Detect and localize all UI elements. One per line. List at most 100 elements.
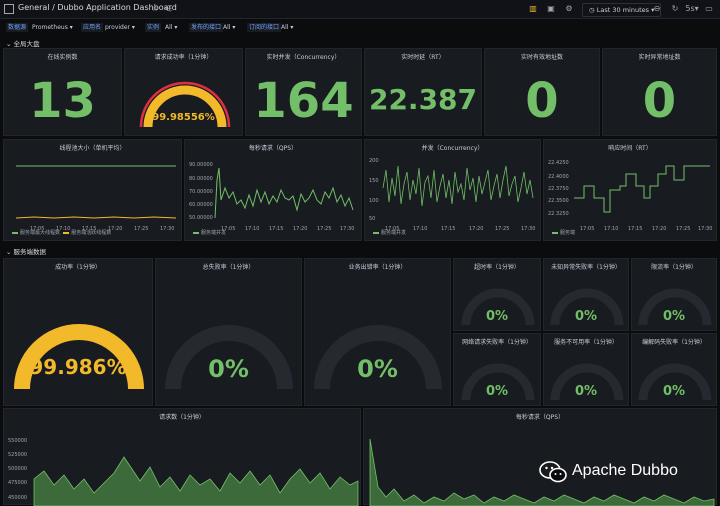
gauge-graphic bbox=[139, 81, 231, 128]
legend-item[interactable]: 服务端最大线程数 bbox=[20, 230, 60, 236]
wechat-watermark: Apache Dubbo bbox=[538, 460, 708, 484]
x-tick: 17:25 bbox=[676, 226, 690, 232]
refresh-interval-dropdown[interactable]: 5s▾ bbox=[684, 4, 700, 14]
panel-online-instances[interactable]: 在线实例数 13 bbox=[3, 48, 122, 136]
y-tick: 22.3750 bbox=[548, 186, 569, 192]
x-tick: 17:10 bbox=[413, 226, 427, 232]
panel-timeout-rate[interactable]: 超时率（1分钟） 0% bbox=[453, 258, 541, 331]
panel-request-count[interactable]: 请求数（1分钟） 550000 525000 500000 475000 450… bbox=[3, 408, 361, 506]
gauge-value: 0% bbox=[574, 309, 598, 324]
refresh-icon[interactable]: ↻ bbox=[670, 4, 680, 14]
y-tick: 70.00000 bbox=[189, 189, 213, 195]
top-bar: General / Dubbo Application Dashboard ☆ … bbox=[0, 0, 720, 19]
qps-bottom-plot bbox=[369, 438, 715, 506]
panel-unknown-error-rate[interactable]: 未知异常失败率（1分钟） 0% bbox=[543, 258, 629, 331]
x-tick: 17:20 bbox=[652, 226, 666, 232]
panel-network-failure-rate[interactable]: 网络请求失败率（1分钟） 0% bbox=[453, 333, 541, 406]
legend-item[interactable]: 服务端活跃线程数 bbox=[71, 230, 111, 236]
dashboard-grid-icon[interactable] bbox=[4, 4, 14, 14]
panel-rate-limit[interactable]: 限流率（1分钟） 0% bbox=[631, 258, 717, 331]
series-active-threads bbox=[15, 216, 177, 219]
y-tick: 22.4000 bbox=[548, 174, 569, 180]
x-tick: 17:30 bbox=[340, 226, 354, 232]
x-tick: 17:10 bbox=[604, 226, 618, 232]
y-tick: 200 bbox=[369, 158, 379, 164]
panel-valid-addresses[interactable]: 实时有效地址数 0 bbox=[484, 48, 600, 136]
panel-server-success-rate[interactable]: 成功率（1分钟） 99.986% bbox=[3, 258, 153, 406]
panel-codec-failure-rate[interactable]: 编解码失败率（1分钟） 0% bbox=[631, 333, 717, 406]
variables-bar: 数据源 Prometheus ▾ 应用名 provider ▾ 实例 All ▾… bbox=[0, 19, 720, 35]
series-rt bbox=[574, 165, 710, 213]
breadcrumb-root[interactable]: General bbox=[18, 3, 50, 12]
concurrency-plot: 200 150 100 50 17:05 17:10 17:15 17:20 1… bbox=[369, 158, 535, 232]
var-label-instance: 实例 bbox=[145, 23, 162, 32]
var-select-subscribed[interactable]: All ▾ bbox=[281, 23, 293, 32]
row-server-data[interactable]: ⌄ 服务端数据 bbox=[6, 246, 46, 256]
x-tick: 17:20 bbox=[293, 226, 307, 232]
x-tick: 17:30 bbox=[521, 226, 535, 232]
panel-response-time[interactable]: 响应时间（RT） 22.4250 22.4000 22.3750 22.3500… bbox=[543, 139, 717, 241]
y-tick: 80.00000 bbox=[189, 176, 213, 182]
panel-qps-bottom[interactable]: 每秒请求（QPS） bbox=[363, 408, 717, 506]
gauge-value: 99.98556% bbox=[152, 112, 215, 123]
panel-service-unavailable-rate[interactable]: 服务不可用率（1分钟） 0% bbox=[543, 333, 629, 406]
y-tick: 550000 bbox=[8, 438, 27, 444]
x-tick: 17:30 bbox=[160, 226, 174, 232]
var-select-published[interactable]: All ▾ bbox=[223, 23, 235, 32]
gauge-value: 99.986% bbox=[29, 355, 127, 379]
y-tick: 90.00000 bbox=[189, 162, 213, 168]
panel-concurrency-stat[interactable]: 实时并发（Concurrency） 164 bbox=[245, 48, 362, 136]
y-tick: 50.00000 bbox=[189, 215, 213, 221]
var-select-app[interactable]: provider ▾ bbox=[105, 23, 135, 32]
share-icon[interactable]: ⋲ bbox=[163, 4, 173, 14]
var-select-instance[interactable]: All ▾ bbox=[165, 23, 177, 32]
y-tick: 150 bbox=[369, 178, 379, 184]
legend-swatch bbox=[12, 231, 18, 234]
gauge-value: 0% bbox=[357, 355, 398, 383]
panel-success-rate-gauge[interactable]: 请求成功率（1分钟） 99.98556% bbox=[124, 48, 243, 136]
x-tick: 17:30 bbox=[698, 226, 712, 232]
y-tick: 450000 bbox=[8, 495, 27, 501]
panel-invalid-addresses[interactable]: 实时异常地址数 0 bbox=[602, 48, 717, 136]
panel-title: 实时异常地址数 bbox=[638, 54, 681, 61]
panel-qps[interactable]: 每秒请求（QPS） 90.00000 80.00000 70.00000 60.… bbox=[184, 139, 362, 241]
gauge-value: 0% bbox=[574, 384, 598, 399]
legend-item[interactable]: 服务端并发 bbox=[201, 230, 226, 236]
series-request-count bbox=[33, 456, 359, 506]
legend-swatch bbox=[552, 231, 558, 234]
x-tick: 17:15 bbox=[269, 226, 283, 232]
add-panel-icon[interactable]: ▥ bbox=[528, 4, 538, 14]
thread-pool-plot: 17:05 17:10 17:15 17:20 17:25 17:30 bbox=[15, 165, 177, 232]
var-select-datasource[interactable]: Prometheus ▾ bbox=[32, 23, 73, 32]
legend-item[interactable]: 服务端并发 bbox=[381, 230, 406, 236]
x-tick: 17:25 bbox=[495, 226, 509, 232]
var-label-subscribed: 订阅的接口 bbox=[247, 23, 282, 32]
watermark-text: Apache Dubbo bbox=[572, 462, 678, 479]
panel-concurrency-series[interactable]: 并发（Concurrency） 200 150 100 50 17:05 17:… bbox=[364, 139, 541, 241]
save-icon[interactable]: ▣ bbox=[546, 4, 556, 14]
x-tick: 17:20 bbox=[469, 226, 483, 232]
row-global-overview[interactable]: ⌄ 全局大盘 bbox=[6, 38, 40, 48]
y-tick: 50 bbox=[369, 216, 375, 222]
time-range-picker[interactable]: ◷ Last 30 minutes ▾ bbox=[582, 3, 662, 17]
legend-swatch bbox=[193, 231, 199, 234]
legend: 服务端 bbox=[552, 229, 575, 236]
star-icon[interactable]: ☆ bbox=[150, 4, 160, 14]
stat-value: 0 bbox=[642, 73, 677, 129]
tv-mode-icon[interactable]: ▭ bbox=[704, 4, 714, 14]
panel-thread-pool[interactable]: 线程池大小（单机平均） 17:05 17:10 17:15 17:20 17:2… bbox=[3, 139, 182, 241]
zoom-out-icon[interactable]: ⊖ bbox=[652, 4, 662, 14]
stat-value: 0 bbox=[525, 73, 559, 129]
legend-item[interactable]: 服务端 bbox=[560, 230, 575, 236]
breadcrumb-separator: / bbox=[52, 3, 55, 12]
panel-business-error-rate[interactable]: 业务出错率（1分钟） 0% bbox=[304, 258, 451, 406]
gear-icon[interactable]: ⚙ bbox=[564, 4, 574, 14]
panel-rt-stat[interactable]: 实时时延（RT） 22.387 bbox=[364, 48, 482, 136]
panel-total-failure-rate[interactable]: 总失败率（1分钟） 0% bbox=[155, 258, 302, 406]
y-tick: 22.3250 bbox=[548, 211, 569, 217]
series-concurrency bbox=[382, 165, 534, 207]
refresh-interval-label: 5s bbox=[685, 4, 695, 13]
legend: 服务端并发 bbox=[373, 229, 406, 236]
y-tick: 60.00000 bbox=[189, 202, 213, 208]
stat-value: 22.387 bbox=[368, 83, 478, 116]
